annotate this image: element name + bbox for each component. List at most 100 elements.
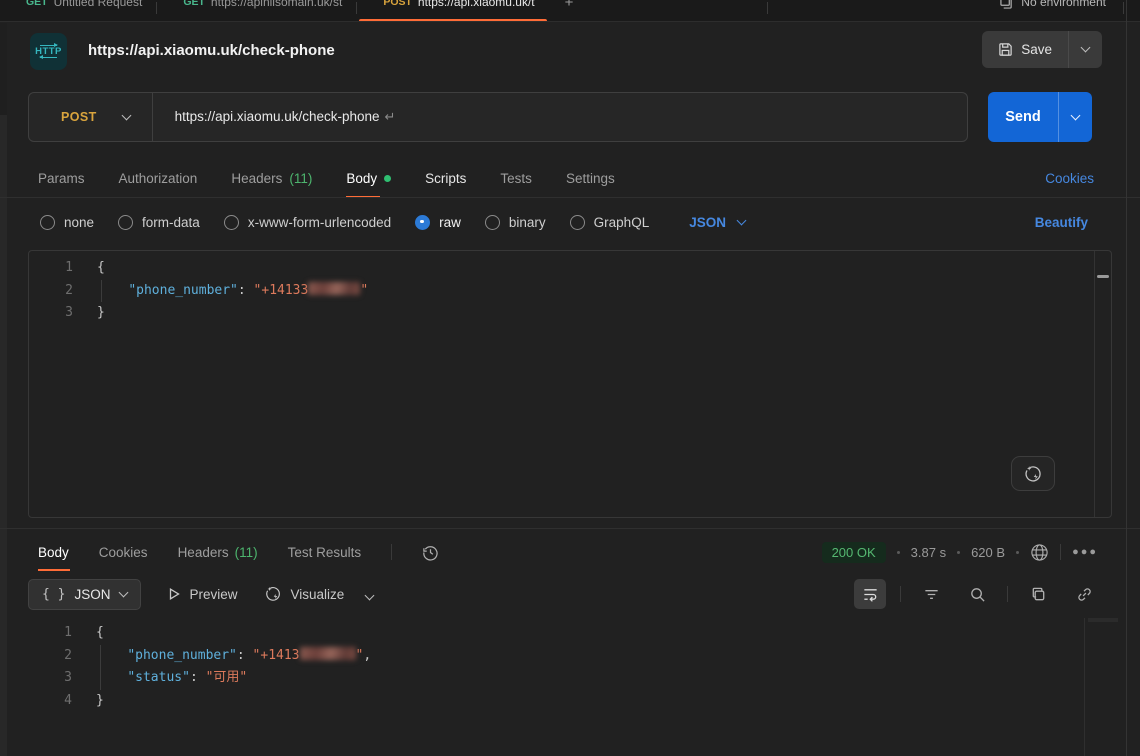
response-history-button[interactable]: [422, 544, 439, 561]
environment-selector[interactable]: No environment: [1000, 0, 1106, 22]
format-label: JSON: [74, 587, 110, 602]
mode-raw[interactable]: raw: [415, 215, 461, 230]
beautify-link[interactable]: Beautify: [1035, 215, 1088, 230]
tab-params[interactable]: Params: [38, 158, 85, 198]
line-number: 1: [29, 257, 73, 280]
chevron-down-icon: [118, 587, 128, 597]
scrollbar-thumb[interactable]: [1097, 275, 1109, 278]
code-line: 1{: [29, 257, 1111, 280]
request-tab-1[interactable]: GET Untitled Request: [0, 0, 156, 22]
postbot-button[interactable]: [1011, 456, 1055, 491]
code-token: "+1413: [253, 648, 300, 663]
cookies-link[interactable]: Cookies: [1045, 158, 1094, 198]
more-options-button[interactable]: ●●●: [1072, 546, 1098, 558]
radio-icon: [485, 215, 500, 230]
radio-icon: [40, 215, 55, 230]
request-code-area: 1{2 "phone_number": "+14133"3}: [29, 251, 1111, 325]
response-tab-body[interactable]: Body: [38, 534, 69, 570]
tab-label: https://api.xiaomu.uk/t: [418, 0, 535, 9]
url-row: POST https://api.xiaomu.uk/check-phone↵ …: [0, 92, 1140, 142]
method-selector[interactable]: POST: [29, 110, 152, 124]
new-tab-button[interactable]: +: [549, 0, 590, 11]
mode-label: binary: [509, 215, 546, 230]
response-body-viewer[interactable]: 1{2 "phone_number": "+1413",3 "status": …: [28, 616, 1088, 712]
tab-label: Headers: [231, 171, 282, 186]
wrap-text-button[interactable]: [854, 579, 886, 609]
copy-icon[interactable]: [1022, 579, 1054, 609]
send-button-group: Send: [988, 92, 1092, 142]
line-number: 4: [28, 690, 72, 713]
mode-x-www-form-urlencoded[interactable]: x-www-form-urlencoded: [224, 215, 391, 230]
link-icon[interactable]: [1068, 579, 1100, 609]
tab-headers[interactable]: Headers (11): [231, 158, 312, 198]
send-options-button[interactable]: [1058, 92, 1092, 142]
divider: [0, 528, 1140, 529]
mode-graphql[interactable]: GraphQL: [570, 215, 650, 230]
code-line: 3}: [29, 302, 1111, 325]
code-token: "phone_number": [128, 283, 238, 298]
tab-tests[interactable]: Tests: [500, 158, 532, 198]
divider: [1060, 544, 1061, 560]
tab-scripts[interactable]: Scripts: [425, 158, 466, 198]
save-button-group: Save: [982, 31, 1102, 68]
language-selector[interactable]: JSON: [689, 215, 745, 230]
request-body-editor[interactable]: 1{2 "phone_number": "+14133"3}: [28, 250, 1112, 518]
line-number: 1: [28, 622, 72, 645]
url-container: POST https://api.xiaomu.uk/check-phone↵: [28, 92, 968, 142]
editor-scrollbar[interactable]: [1094, 251, 1111, 517]
visualize-options-button[interactable]: [366, 587, 373, 602]
url-input[interactable]: https://api.xiaomu.uk/check-phone↵: [153, 109, 396, 125]
mode-none[interactable]: none: [40, 215, 94, 230]
response-tab-headers[interactable]: Headers(11): [178, 534, 258, 570]
environment-label: No environment: [1021, 0, 1106, 9]
send-button[interactable]: Send: [988, 92, 1058, 142]
response-time[interactable]: 3.87 s: [911, 545, 946, 560]
response-scrollbar-track[interactable]: [1084, 618, 1085, 756]
redacted-text: [300, 647, 356, 660]
filter-icon[interactable]: [915, 579, 947, 609]
mode-label: form-data: [142, 215, 200, 230]
status-badge[interactable]: 200 OK: [822, 542, 886, 563]
line-number: 2: [29, 280, 73, 303]
search-icon[interactable]: [961, 579, 993, 609]
tab-label: Body: [346, 171, 377, 186]
tab-authorization[interactable]: Authorization: [119, 158, 198, 198]
mode-form-data[interactable]: form-data: [118, 215, 200, 230]
tab-body[interactable]: Body: [346, 158, 391, 198]
code-token: :: [238, 283, 254, 298]
code-line: 1{: [28, 622, 1088, 645]
response-size[interactable]: 620 B: [971, 545, 1005, 560]
headers-count-badge: (11): [289, 171, 312, 186]
chevron-down-icon: [737, 215, 747, 225]
mode-label: none: [64, 215, 94, 230]
code-content: "status": "可用": [96, 667, 247, 690]
dot-separator: [1016, 551, 1019, 554]
sparkle-circle-icon: [1023, 464, 1043, 484]
response-tools: [854, 576, 1100, 612]
code-token: }: [97, 305, 105, 320]
save-label: Save: [1021, 42, 1052, 57]
tab-label: Headers: [178, 545, 229, 560]
preview-button[interactable]: Preview: [167, 587, 238, 602]
save-button[interactable]: Save: [982, 31, 1068, 68]
visualize-button[interactable]: Visualize: [264, 585, 345, 603]
response-format-selector[interactable]: { } JSON: [28, 579, 141, 610]
mode-label: raw: [439, 215, 461, 230]
request-tab-3-active[interactable]: POST https://api.xiaomu.uk/t: [357, 0, 548, 22]
response-scrollbar-thumb[interactable]: [1088, 618, 1118, 622]
globe-icon[interactable]: [1030, 543, 1049, 562]
code-token: :: [237, 648, 253, 663]
tab-settings[interactable]: Settings: [566, 158, 615, 198]
code-line: 2 "phone_number": "+1413",: [28, 645, 1088, 668]
code-line: 2 "phone_number": "+14133": [29, 280, 1111, 303]
mode-binary[interactable]: binary: [485, 215, 546, 230]
divider: [900, 586, 901, 602]
sparkle-circle-icon: [264, 585, 282, 603]
response-meta: 200 OK 3.87 s 620 B ●●●: [822, 534, 1098, 570]
line-number: 3: [29, 302, 73, 325]
save-options-button[interactable]: [1068, 31, 1102, 68]
request-title-row: HTTP https://api.xiaomu.uk/check-phone S…: [0, 30, 1140, 74]
request-tab-2[interactable]: GET https://apinilsomain.uk/st: [157, 0, 356, 22]
response-tab-test-results[interactable]: Test Results: [288, 534, 362, 570]
response-tab-cookies[interactable]: Cookies: [99, 534, 148, 570]
